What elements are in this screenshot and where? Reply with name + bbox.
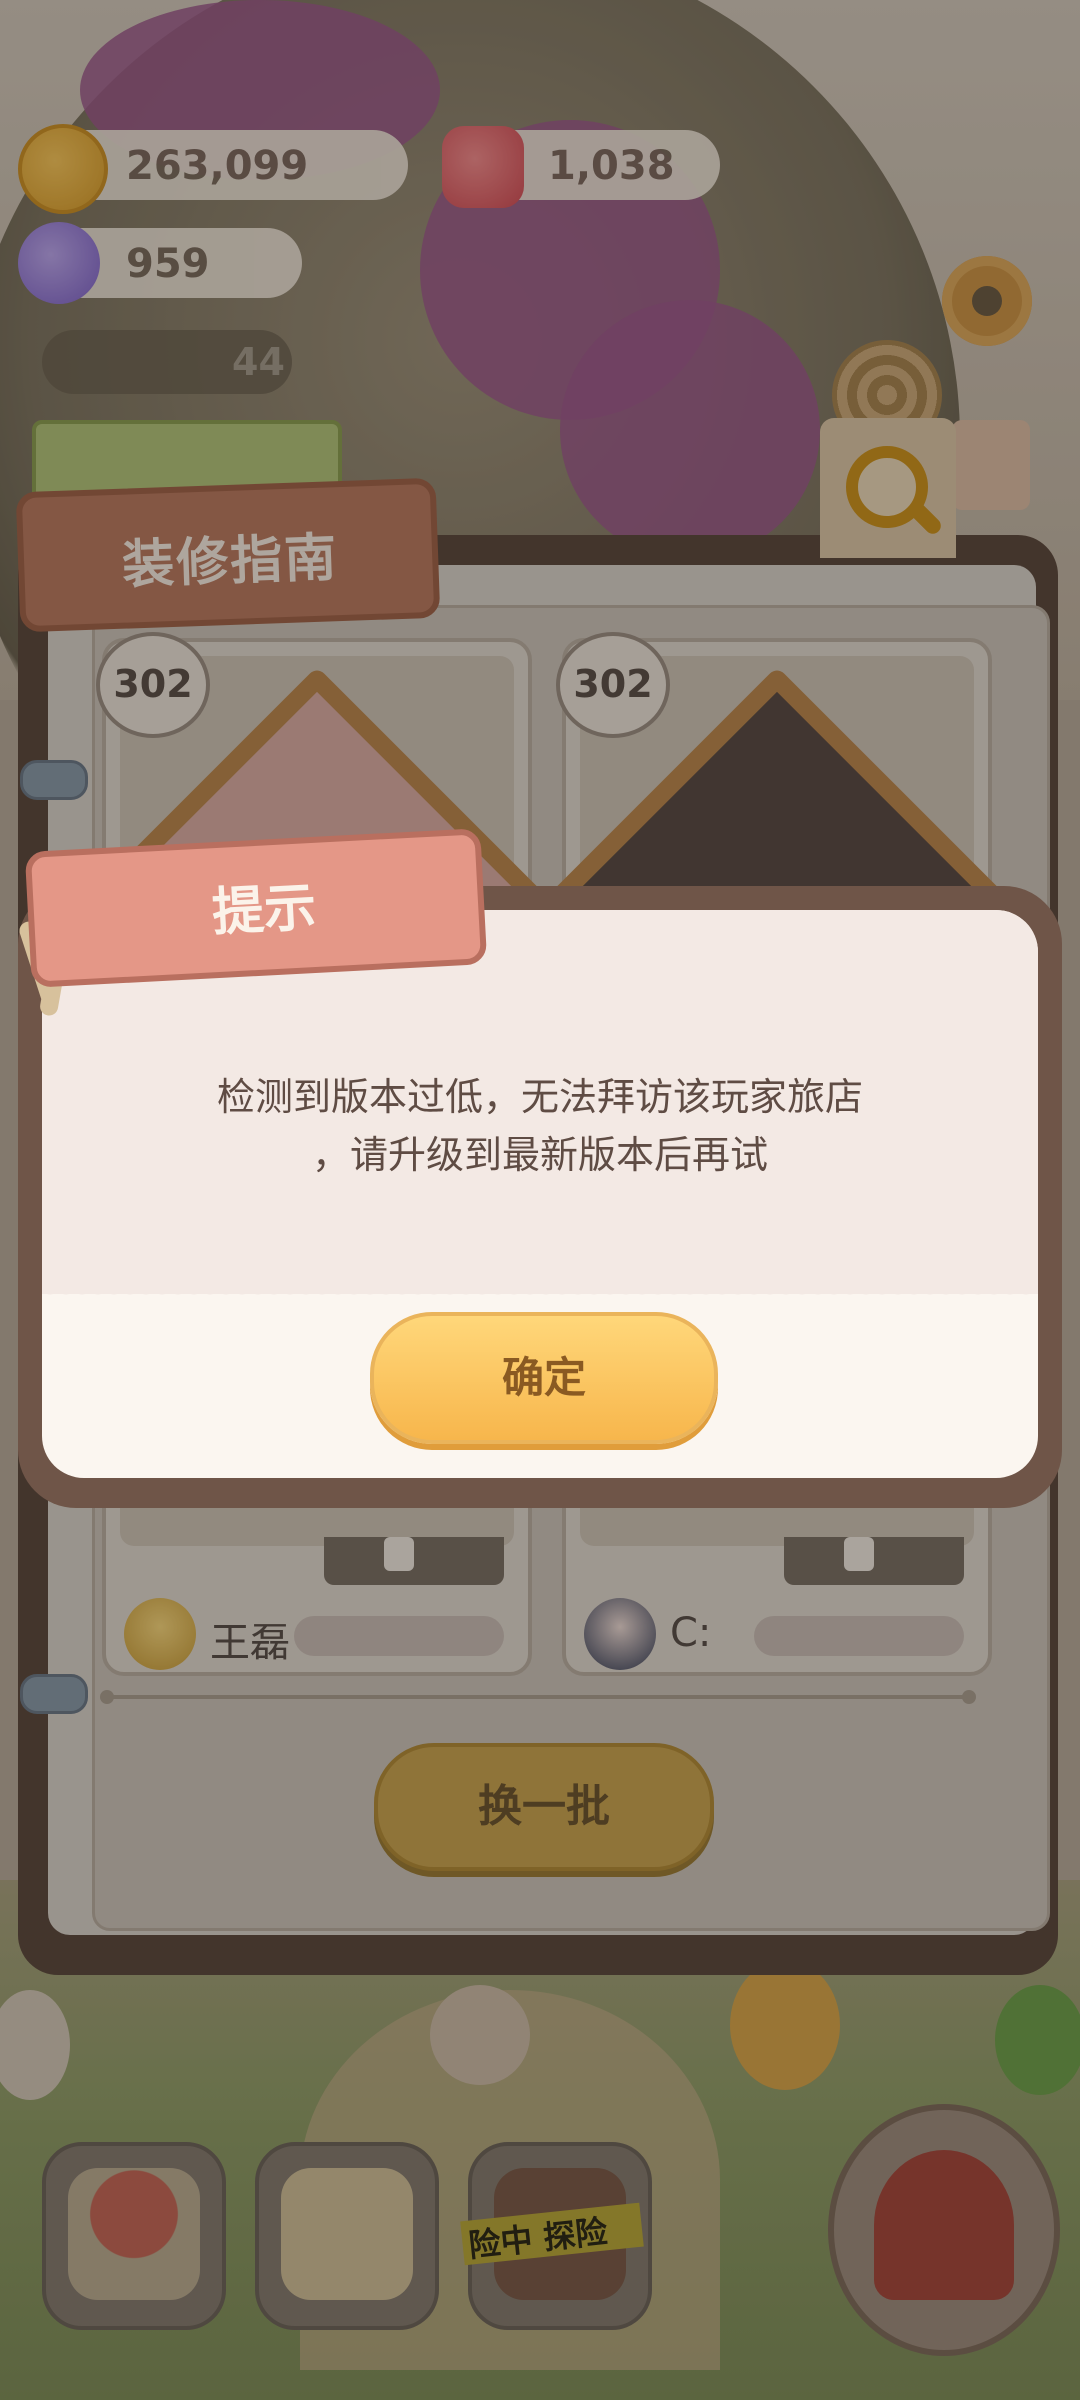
dialog-zigzag-divider <box>42 1286 1038 1302</box>
dialog-message-line: 检测到版本过低，无法拜访该玩家旅店 <box>216 1075 863 1119</box>
dialog-title-tag: 提示 <box>24 828 488 988</box>
dialog-message-line: ，请升级到最新版本后再试 <box>311 1133 768 1177</box>
dialog-message: 检测到版本过低，无法拜访该玩家旅店 ，请升级到最新版本后再试 <box>0 1068 1080 1184</box>
confirm-button[interactable]: 确定 <box>370 1312 718 1444</box>
dialog-title: 提示 <box>210 877 318 944</box>
